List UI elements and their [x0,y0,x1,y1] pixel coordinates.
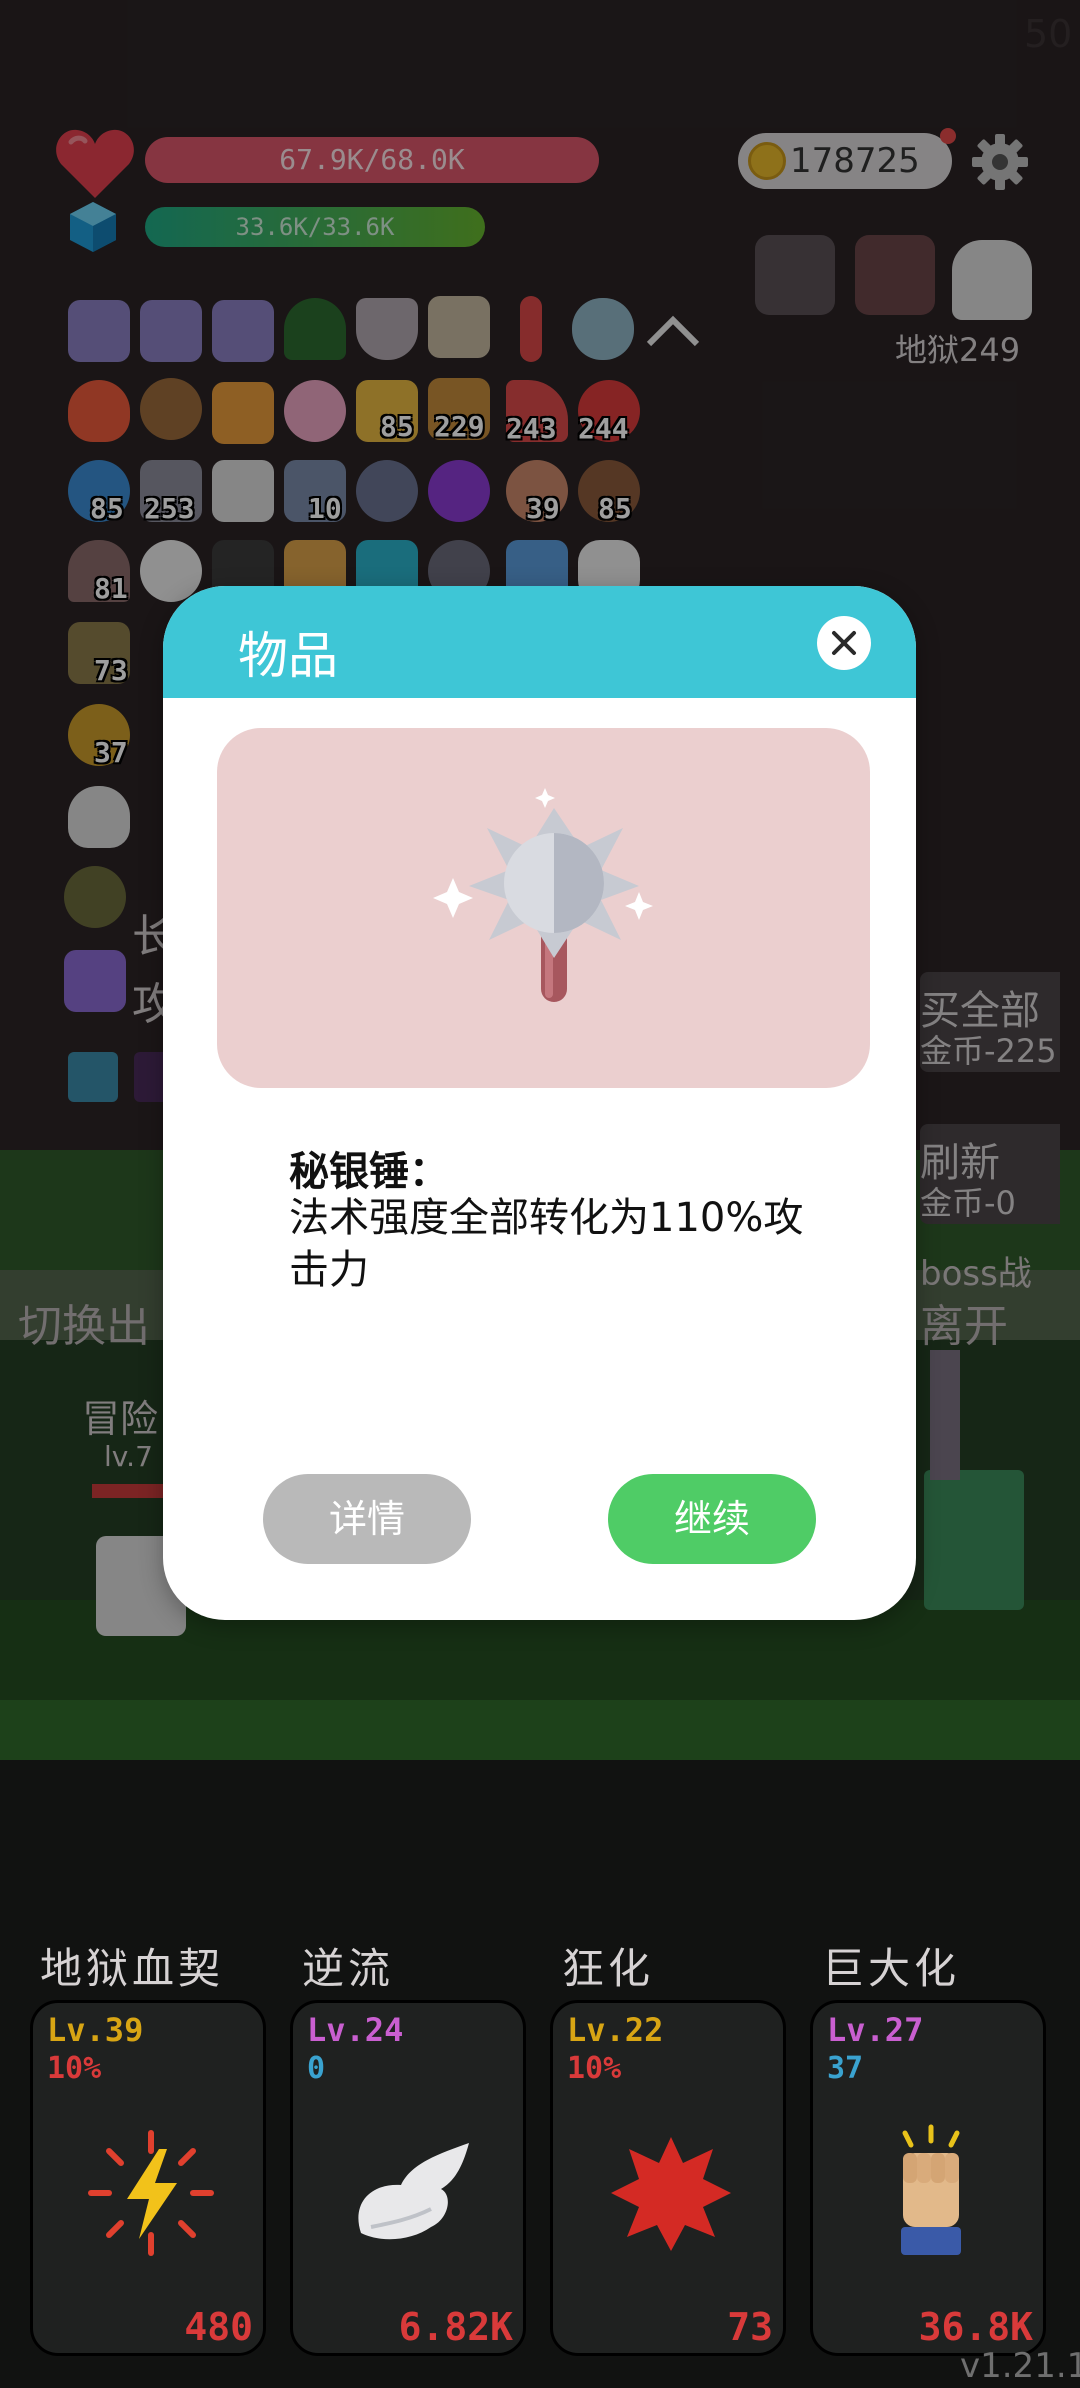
lightning-burst-icon [88,2130,214,2256]
skill-level: Lv.22 [567,2011,664,2049]
item-description: 法术强度全部转化为110%攻击力 [289,1195,804,1293]
skill-card-hell-blood-pact[interactable]: Lv.39 10% 480 [30,2000,266,2356]
details-button[interactable]: 详情 [263,1474,471,1564]
skill-name: 逆流 [302,1944,395,1993]
item-dialog: 物品 秘银锤： 法术强度全部转化为110%攻击力 详情 继续 [163,586,916,1620]
raised-fist-icon [901,2124,961,2255]
dialog-header: 物品 [163,586,916,698]
wing-icon [358,2143,469,2240]
skill-value: 37 [827,2051,864,2086]
close-icon [832,631,856,655]
skill-value: 0 [307,2051,326,2086]
skill-card-giant[interactable]: Lv.27 37 36.8K [810,2000,1046,2356]
skill-cost: 36.8K [918,2305,1033,2349]
skill-name: 狂化 [562,1944,655,1993]
mithril-hammer-icon [433,788,653,1002]
close-button[interactable] [817,616,871,670]
skill-cost: 73 [727,2305,773,2349]
continue-button[interactable]: 继续 [608,1474,816,1564]
skill-card-countercurrent[interactable]: Lv.24 0 6.82K [290,2000,526,2356]
skill-value: 10% [567,2051,622,2086]
skill-card-berserk[interactable]: Lv.22 10% 73 [550,2000,786,2356]
skill-level: Lv.27 [827,2011,924,2049]
version-label: v1.21.1 [960,2346,1080,2386]
skill-cost: 6.82K [398,2305,513,2349]
skill-level: Lv.24 [307,2011,404,2049]
skill-value: 10% [47,2051,102,2086]
item-name: 秘银锤： [289,1149,449,1195]
dialog-title: 物品 [238,627,338,685]
skill-level: Lv.39 [47,2011,144,2049]
rage-splash-icon [611,2137,731,2251]
item-preview [217,728,870,1088]
skill-name: 地狱血契 [40,1944,225,1993]
skill-cost: 480 [184,2305,253,2349]
skill-name: 巨大化 [822,1944,961,1993]
